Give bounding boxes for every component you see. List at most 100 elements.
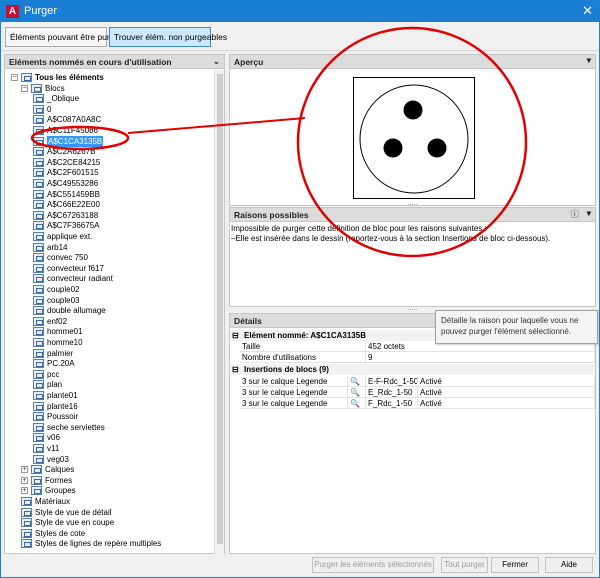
collapse-chevron-icon[interactable]: ⌄ (213, 56, 220, 67)
tree-block-item[interactable]: 0 (33, 104, 210, 115)
group-icon (31, 465, 42, 475)
tab-non-purgeable[interactable]: Trouver élém. non purgeables (109, 27, 227, 47)
expander-icon[interactable]: + (21, 466, 28, 474)
tree-item-label: plante16 (47, 401, 78, 411)
tree-item-label: Poussoir (47, 412, 79, 422)
tree-block-item[interactable]: A$C49553286 (33, 178, 210, 189)
expander-icon[interactable]: + (21, 476, 28, 484)
tree-block-item[interactable]: A$C2A6267B (33, 146, 210, 157)
insertion-row[interactable]: 3 sur le calque Legende 🔍 E-F-Rdc_1-50 Acti… (230, 376, 595, 387)
tree-block-item[interactable]: PC.20A (33, 358, 210, 369)
tree-block-item[interactable]: couple03 (33, 295, 210, 306)
insertion-row[interactable]: 3 sur le calque Legende 🔍 E_Rdc_1-50 Activé (230, 387, 595, 398)
tree-block-item[interactable]: v06 (33, 432, 210, 443)
tree-item-label: A$C087A0A8C (47, 115, 102, 125)
tree-group-item[interactable]: + Formes (21, 475, 210, 486)
uses-label: Nombre d'utilisations (240, 352, 366, 363)
tree-block-item[interactable]: convec 750 (33, 252, 210, 263)
tree-block-item[interactable]: plante01 (33, 390, 210, 401)
tree-block-item[interactable]: A$C1CA3135B (33, 135, 210, 147)
close-icon[interactable]: ✕ (582, 3, 593, 19)
block-icon (33, 274, 44, 284)
uses-row: Nombre d'utilisations 9 (230, 352, 595, 363)
expander-icon[interactable]: + (21, 487, 28, 495)
tree-group-item[interactable]: Matériaux (21, 496, 210, 507)
block-icon (33, 306, 44, 316)
tree-block-item[interactable]: A$C11F45086 (33, 125, 210, 136)
tree-group-item[interactable]: + Groupes (21, 485, 210, 496)
expander-icon[interactable]: − (21, 84, 28, 92)
tree-block-item[interactable]: A$C551459BB (33, 189, 210, 200)
collapse-icon[interactable]: ⊟ (232, 330, 239, 341)
tree-item-label: _Oblique (47, 94, 80, 104)
block-icon (33, 221, 44, 231)
expander-icon[interactable]: − (11, 74, 18, 81)
insertions-section[interactable]: ⊟ Insertions de blocs (9) (230, 364, 595, 375)
tree-item-label: couple03 (47, 295, 80, 305)
chevron-down-icon[interactable]: ▾ (587, 55, 591, 66)
block-icon (33, 295, 44, 305)
block-icon (33, 401, 44, 411)
collapse-icon[interactable]: ⊟ (232, 364, 239, 375)
tree-block-item[interactable]: palmier (33, 348, 210, 359)
block-icon (33, 327, 44, 337)
tree-block-item[interactable]: plan (33, 379, 210, 390)
info-icon[interactable]: ⓘ (570, 208, 579, 220)
tree-block-item[interactable]: convecteur f617 (33, 263, 210, 274)
tree-block-item[interactable]: double allumage (33, 305, 210, 316)
tree-block-item[interactable]: A$C66E22E00 (33, 199, 210, 210)
tree-block-item[interactable]: A$C2F601515 (33, 167, 210, 178)
block-icon (33, 242, 44, 252)
tree-block-item[interactable]: A$C67263188 (33, 210, 210, 221)
tree-block-item[interactable]: couple02 (33, 284, 210, 295)
insertion-status: Activé (418, 376, 595, 387)
tree-block-item[interactable]: A$C7F36675A (33, 220, 210, 231)
insertion-row[interactable]: 3 sur le calque Legende 🔍 F_Rdc_1-50 Activé (230, 398, 595, 409)
tree-block-item[interactable]: homme01 (33, 326, 210, 337)
tree-group-blocks[interactable]: − Blocs (21, 83, 210, 94)
block-icon (33, 210, 44, 220)
zoom-icon[interactable]: 🔍 (348, 398, 366, 409)
tree-block-item[interactable]: v11 (33, 443, 210, 454)
tree-block-item[interactable]: arb14 (33, 242, 210, 253)
tree-group-item[interactable]: Style de vue en coupe (21, 517, 210, 528)
zoom-icon[interactable]: 🔍 (348, 387, 366, 398)
tree-block-item[interactable]: A$C2CE84215 (33, 157, 210, 168)
scroll-thumb[interactable] (217, 74, 223, 544)
tree-block-item[interactable]: plante16 (33, 401, 210, 412)
tree-block-item[interactable]: Poussoir (33, 411, 210, 422)
tree-item-label: Formes (45, 475, 73, 485)
tree-item-label: Tous les éléments (35, 73, 104, 82)
tree-scrollbar[interactable] (214, 70, 224, 554)
block-icon (33, 433, 44, 443)
zoom-icon[interactable]: 🔍 (348, 376, 366, 387)
tree-block-item[interactable]: veg03 (33, 454, 210, 465)
tree-group-item[interactable]: + Calques (21, 464, 210, 475)
tree-root[interactable]: − Tous les éléments (11, 72, 210, 83)
tree-block-item[interactable]: _Oblique (33, 93, 210, 104)
block-icon (33, 168, 44, 178)
tree-item-label: Matériaux (35, 497, 71, 506)
tree-block-item[interactable]: convecteur radiant (33, 273, 210, 284)
tree-item-label: veg03 (47, 454, 69, 464)
tree-group-item[interactable]: Styles de cote (21, 528, 210, 539)
reason-line: Impossible de purger cette définition de… (231, 224, 487, 233)
tree-block-item[interactable]: applique ext. (33, 231, 210, 242)
tree-group-item[interactable]: Style de vue de détail (21, 507, 210, 518)
tree-item-label: Style de vue de détail (35, 507, 112, 517)
tree-item-label: A$C66E22E00 (47, 200, 100, 210)
tree-item-label: plan (47, 380, 63, 390)
chevron-down-icon[interactable]: ▾ (587, 208, 591, 219)
tree-block-item[interactable]: pcc (33, 369, 210, 380)
tab-purgeable[interactable]: Éléments pouvant être purgés (5, 27, 123, 47)
purge-selected-button[interactable]: Purger les éléments sélectionnés (312, 557, 434, 573)
tree-block-item[interactable]: seche serviettes (33, 422, 210, 433)
close-button[interactable]: Fermer (491, 557, 539, 573)
tree-group-item[interactable]: Styles de lignes de repère multiples (21, 538, 210, 549)
tree-block-item[interactable]: A$C087A0A8C (33, 114, 210, 125)
help-button[interactable]: Aide (545, 557, 593, 573)
tree-block-item[interactable]: homme10 (33, 337, 210, 348)
purge-all-button[interactable]: Tout purger (441, 557, 488, 573)
tree-item-label: A$C2F601515 (47, 168, 99, 178)
tree-block-item[interactable]: enf02 (33, 316, 210, 327)
